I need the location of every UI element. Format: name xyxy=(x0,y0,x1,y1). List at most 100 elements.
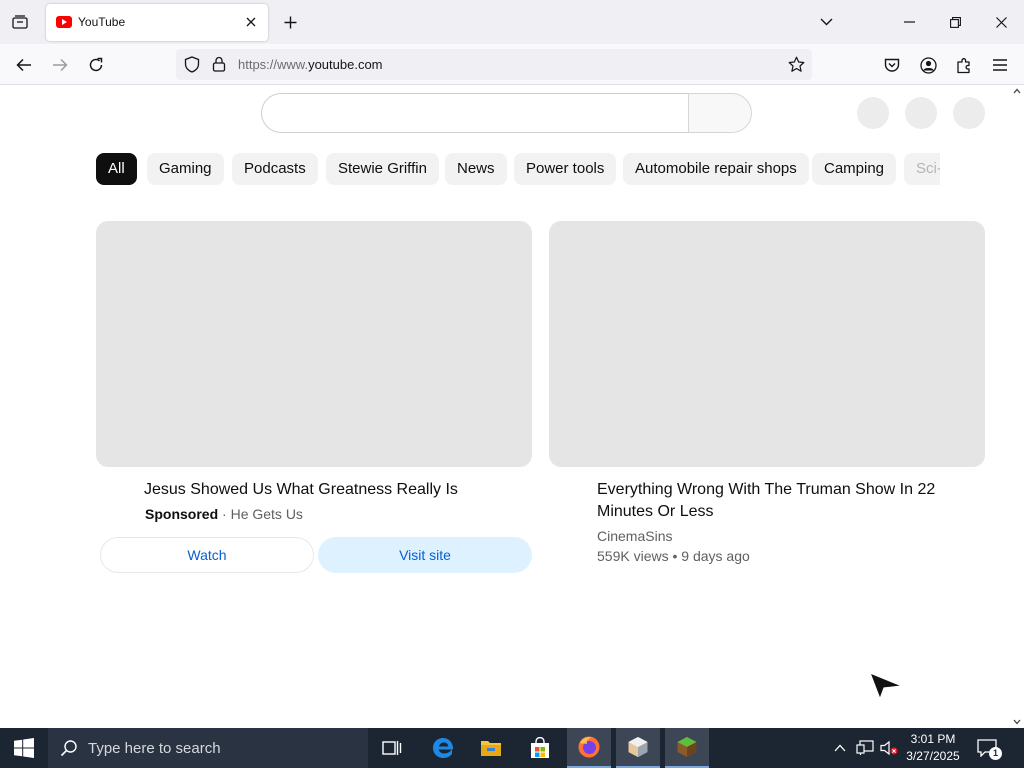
chip-power-tools[interactable]: Power tools xyxy=(514,153,617,185)
video-meta-1: Sponsored · He Gets Us xyxy=(145,506,303,522)
youtube-page: All Gaming Podcasts Stewie Griffin News … xyxy=(0,85,1024,728)
minimize-button[interactable] xyxy=(894,8,924,36)
edge-icon xyxy=(433,738,454,758)
star-bookmark-icon[interactable] xyxy=(788,56,805,73)
sponsored-label: Sponsored xyxy=(145,506,219,522)
video-title-2[interactable]: Everything Wrong With The Truman Show In… xyxy=(597,479,977,523)
navigation-toolbar: https://www.youtube.com xyxy=(0,44,1024,85)
volume-button[interactable] xyxy=(878,728,900,768)
reload-button[interactable] xyxy=(83,52,109,78)
task-view-button[interactable] xyxy=(370,728,414,768)
tab-list-button[interactable] xyxy=(6,10,34,34)
video-title-2-line-1: Everything Wrong With The Truman Show In… xyxy=(597,481,936,498)
minimize-icon xyxy=(903,21,915,23)
visit-site-button[interactable]: Visit site xyxy=(318,537,532,573)
reload-icon xyxy=(89,57,103,72)
chevron-up-icon xyxy=(834,744,846,752)
notification-count-badge: 1 xyxy=(989,747,1002,760)
chip-camping[interactable]: Camping xyxy=(812,153,897,185)
account-button[interactable] xyxy=(915,52,941,78)
clock-date: 3/27/2025 xyxy=(906,749,960,763)
taskbar-search-placeholder: Type here to search xyxy=(88,740,221,757)
back-button[interactable] xyxy=(11,52,37,78)
store-bag-icon xyxy=(531,737,549,758)
puzzle-icon xyxy=(956,57,970,73)
scroll-up-icon[interactable] xyxy=(1013,88,1021,94)
list-all-tabs-button[interactable] xyxy=(811,8,841,36)
placeholder-circle-2[interactable] xyxy=(905,97,937,129)
taskbar-clock[interactable]: 3:01 PM 3/27/2025 xyxy=(900,731,966,765)
pocket-button[interactable] xyxy=(879,52,905,78)
network-button[interactable] xyxy=(854,728,876,768)
tab-strip: YouTube xyxy=(0,0,1024,44)
start-button[interactable] xyxy=(0,728,48,768)
folder-icon xyxy=(481,741,501,756)
app-cube-button[interactable] xyxy=(616,728,660,768)
cube-app-icon xyxy=(628,737,648,757)
microsoft-store-button[interactable] xyxy=(518,728,562,768)
chip-sci[interactable]: Sci- xyxy=(904,153,940,185)
action-center-button[interactable]: 1 xyxy=(972,728,1002,768)
tab-list-icon xyxy=(12,15,28,29)
avatar[interactable] xyxy=(953,97,985,129)
video-title-2-line-2: Minutes Or Less xyxy=(597,503,714,520)
extensions-button[interactable] xyxy=(951,52,977,78)
youtube-favicon-icon xyxy=(56,16,72,28)
video-channel-1[interactable]: He Gets Us xyxy=(231,506,303,522)
pocket-icon xyxy=(884,58,900,72)
chip-gaming[interactable]: Gaming xyxy=(147,153,224,185)
plus-icon xyxy=(284,16,296,28)
chevron-down-icon xyxy=(820,18,832,26)
url-prefix: https://www. xyxy=(238,57,309,72)
search-input[interactable] xyxy=(261,93,689,133)
address-bar[interactable]: https://www.youtube.com xyxy=(176,49,812,80)
forward-button[interactable] xyxy=(47,52,73,78)
edge-button[interactable] xyxy=(421,728,465,768)
windows-logo-icon xyxy=(14,738,34,758)
tab-close-button[interactable] xyxy=(242,13,260,31)
menu-button[interactable] xyxy=(987,52,1013,78)
close-icon xyxy=(995,16,1007,28)
search-button[interactable] xyxy=(688,93,752,133)
meta-separator: · xyxy=(218,506,231,522)
close-icon xyxy=(246,17,256,27)
lock-icon xyxy=(212,56,226,72)
firefox-button[interactable] xyxy=(567,728,611,768)
windows-taskbar: Type here to search 3:01 PM 3/27/2025 1 xyxy=(0,728,1024,768)
url-text[interactable]: https://www.youtube.com xyxy=(238,57,383,72)
window-close-button[interactable] xyxy=(986,8,1016,36)
cursor-arrow-icon xyxy=(869,672,903,700)
video-stats-2: 559K views • 9 days ago xyxy=(597,548,750,564)
restore-button[interactable] xyxy=(940,8,970,36)
url-domain: youtube.com xyxy=(308,57,383,72)
volume-muted-icon xyxy=(880,740,898,756)
chip-automobile-repair-shops[interactable]: Automobile repair shops xyxy=(623,153,809,185)
show-hidden-icons-button[interactable] xyxy=(830,728,850,768)
minecraft-button[interactable] xyxy=(665,728,709,768)
category-chips: All Gaming Podcasts Stewie Griffin News … xyxy=(96,153,940,185)
network-icon xyxy=(856,740,874,755)
video-thumbnail-1[interactable] xyxy=(96,221,532,467)
video-title-1[interactable]: Jesus Showed Us What Greatness Really Is xyxy=(144,479,524,501)
grass-block-icon xyxy=(677,737,697,757)
video-channel-2[interactable]: CinemaSins xyxy=(597,528,672,544)
chip-all[interactable]: All xyxy=(96,153,137,185)
hamburger-menu-icon xyxy=(993,59,1007,71)
chip-news[interactable]: News xyxy=(445,153,507,185)
page-scrollbar[interactable] xyxy=(1010,85,1024,728)
shield-icon xyxy=(184,56,200,73)
placeholder-circle-1[interactable] xyxy=(857,97,889,129)
watch-button[interactable]: Watch xyxy=(100,537,314,573)
video-thumbnail-2[interactable] xyxy=(549,221,985,467)
file-explorer-button[interactable] xyxy=(469,728,513,768)
chip-podcasts[interactable]: Podcasts xyxy=(232,153,318,185)
account-icon xyxy=(919,56,937,74)
tab-title: YouTube xyxy=(78,15,126,29)
scroll-down-icon[interactable] xyxy=(1013,719,1021,725)
search-icon xyxy=(60,740,77,757)
taskbar-search-box[interactable]: Type here to search xyxy=(48,728,368,768)
tab-youtube[interactable]: YouTube xyxy=(46,4,268,41)
restore-icon xyxy=(949,16,961,28)
chip-stewie-griffin[interactable]: Stewie Griffin xyxy=(326,153,439,185)
new-tab-button[interactable] xyxy=(278,10,302,34)
